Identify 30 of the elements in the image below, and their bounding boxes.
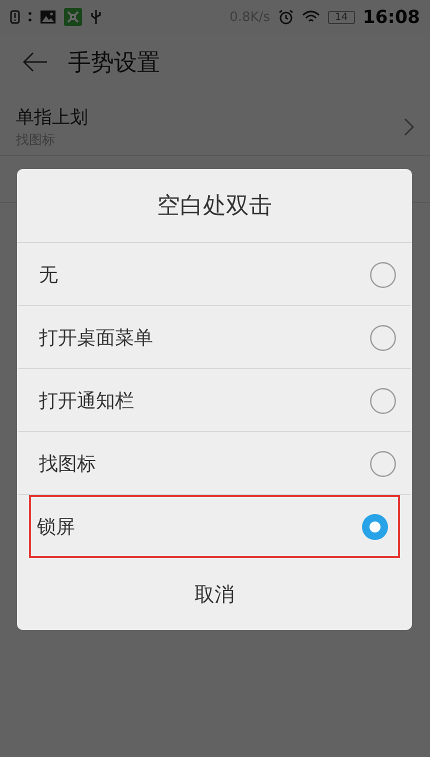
more-icon — [28, 11, 32, 23]
option-label: 找图标 — [39, 452, 97, 477]
usb-icon — [90, 9, 102, 25]
radio-button[interactable] — [370, 451, 396, 477]
option-row[interactable]: 找图标 — [17, 432, 412, 495]
back-icon[interactable] — [22, 52, 48, 72]
option-label: 无 — [39, 263, 59, 288]
option-row[interactable]: 锁屏 — [29, 495, 400, 558]
alert-icon — [10, 10, 20, 24]
option-row[interactable]: 无 — [17, 243, 412, 306]
option-row[interactable]: 打开桌面菜单 — [17, 306, 412, 369]
option-label: 打开桌面菜单 — [39, 326, 154, 351]
clock: 16:08 — [362, 6, 420, 28]
battery-level: 14 — [328, 10, 355, 24]
option-label: 锁屏 — [37, 514, 76, 540]
app-icon — [64, 8, 82, 26]
option-row[interactable]: 打开通知栏 — [17, 369, 412, 432]
radio-button[interactable] — [370, 325, 396, 351]
alarm-icon — [278, 9, 294, 25]
option-label: 打开通知栏 — [39, 389, 135, 414]
radio-button[interactable] — [370, 388, 396, 414]
page-title: 手势设置 — [68, 48, 160, 78]
radio-button[interactable] — [362, 514, 388, 540]
setting-title: 单指上划 — [16, 106, 89, 128]
chevron-icon[interactable] — [404, 118, 414, 136]
wifi-icon — [302, 10, 320, 24]
cancel-button[interactable]: 取消 — [17, 558, 412, 630]
dialog-title: 空白处双击 — [17, 169, 412, 243]
radio-button[interactable] — [370, 262, 396, 288]
image-icon — [40, 10, 56, 24]
